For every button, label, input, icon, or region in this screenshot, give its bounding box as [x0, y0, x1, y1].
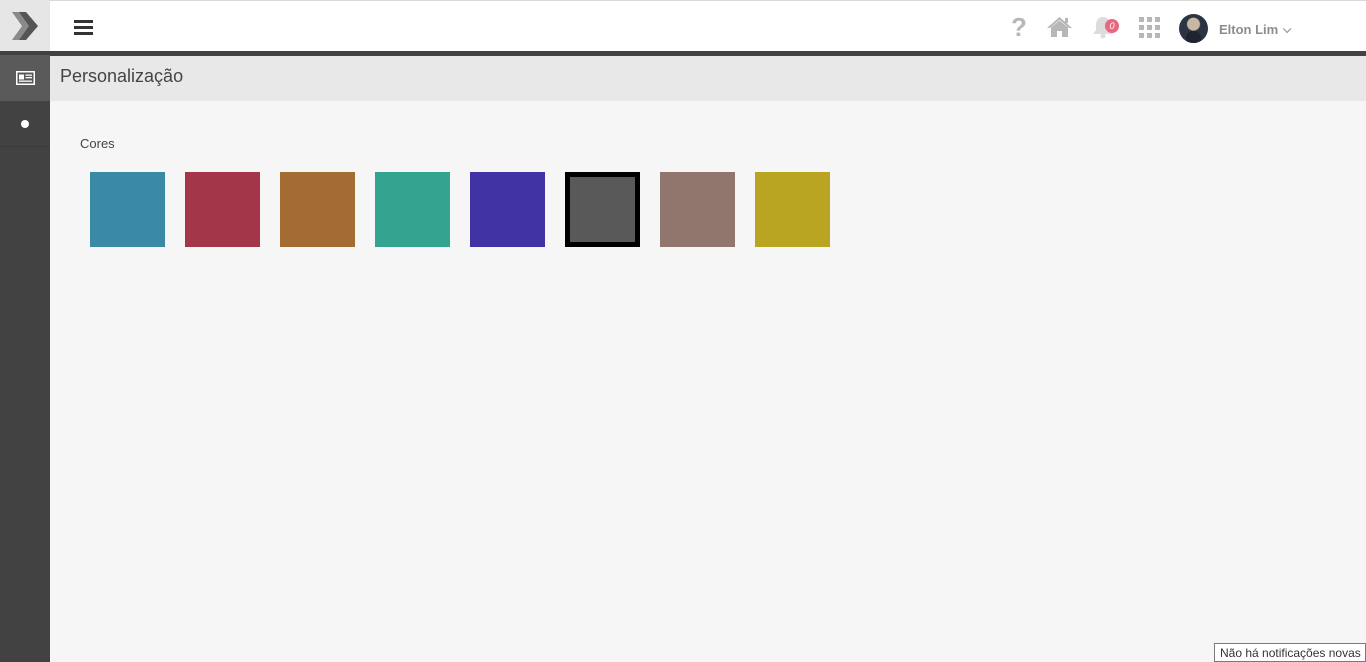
color-swatch[interactable]	[470, 172, 545, 247]
notification-count-badge: 0	[1105, 19, 1119, 33]
sidebar	[0, 0, 50, 662]
page-title-bar: Personalização	[50, 56, 1366, 101]
color-swatch[interactable]	[90, 172, 165, 247]
avatar[interactable]	[1179, 14, 1208, 43]
color-swatch[interactable]	[375, 172, 450, 247]
brand-chevron-logo-icon	[12, 11, 38, 40]
color-swatch-selected[interactable]	[565, 172, 640, 247]
logo[interactable]	[0, 0, 50, 51]
color-swatch[interactable]	[280, 172, 355, 247]
home-icon[interactable]	[1045, 14, 1073, 40]
sidebar-item-dot[interactable]	[0, 101, 50, 147]
hamburger-menu-icon[interactable]	[74, 20, 94, 36]
color-swatch-list	[90, 172, 830, 247]
apps-grid-icon[interactable]	[1138, 14, 1160, 40]
notifications-tooltip: Não há notificações novas	[1214, 643, 1366, 662]
color-swatch[interactable]	[660, 172, 735, 247]
sidebar-item-personalization[interactable]	[0, 55, 50, 101]
user-name: Elton Lim	[1219, 22, 1279, 37]
color-swatch[interactable]	[185, 172, 260, 247]
page-title: Personalização	[60, 66, 184, 86]
colors-section-label: Cores	[80, 136, 115, 151]
color-swatch[interactable]	[755, 172, 830, 247]
dot-icon	[21, 119, 29, 128]
user-menu[interactable]: Elton Lim	[1219, 22, 1292, 37]
newspaper-icon	[15, 71, 35, 85]
help-icon[interactable]: ?	[1008, 12, 1030, 42]
top-header	[50, 0, 1366, 51]
